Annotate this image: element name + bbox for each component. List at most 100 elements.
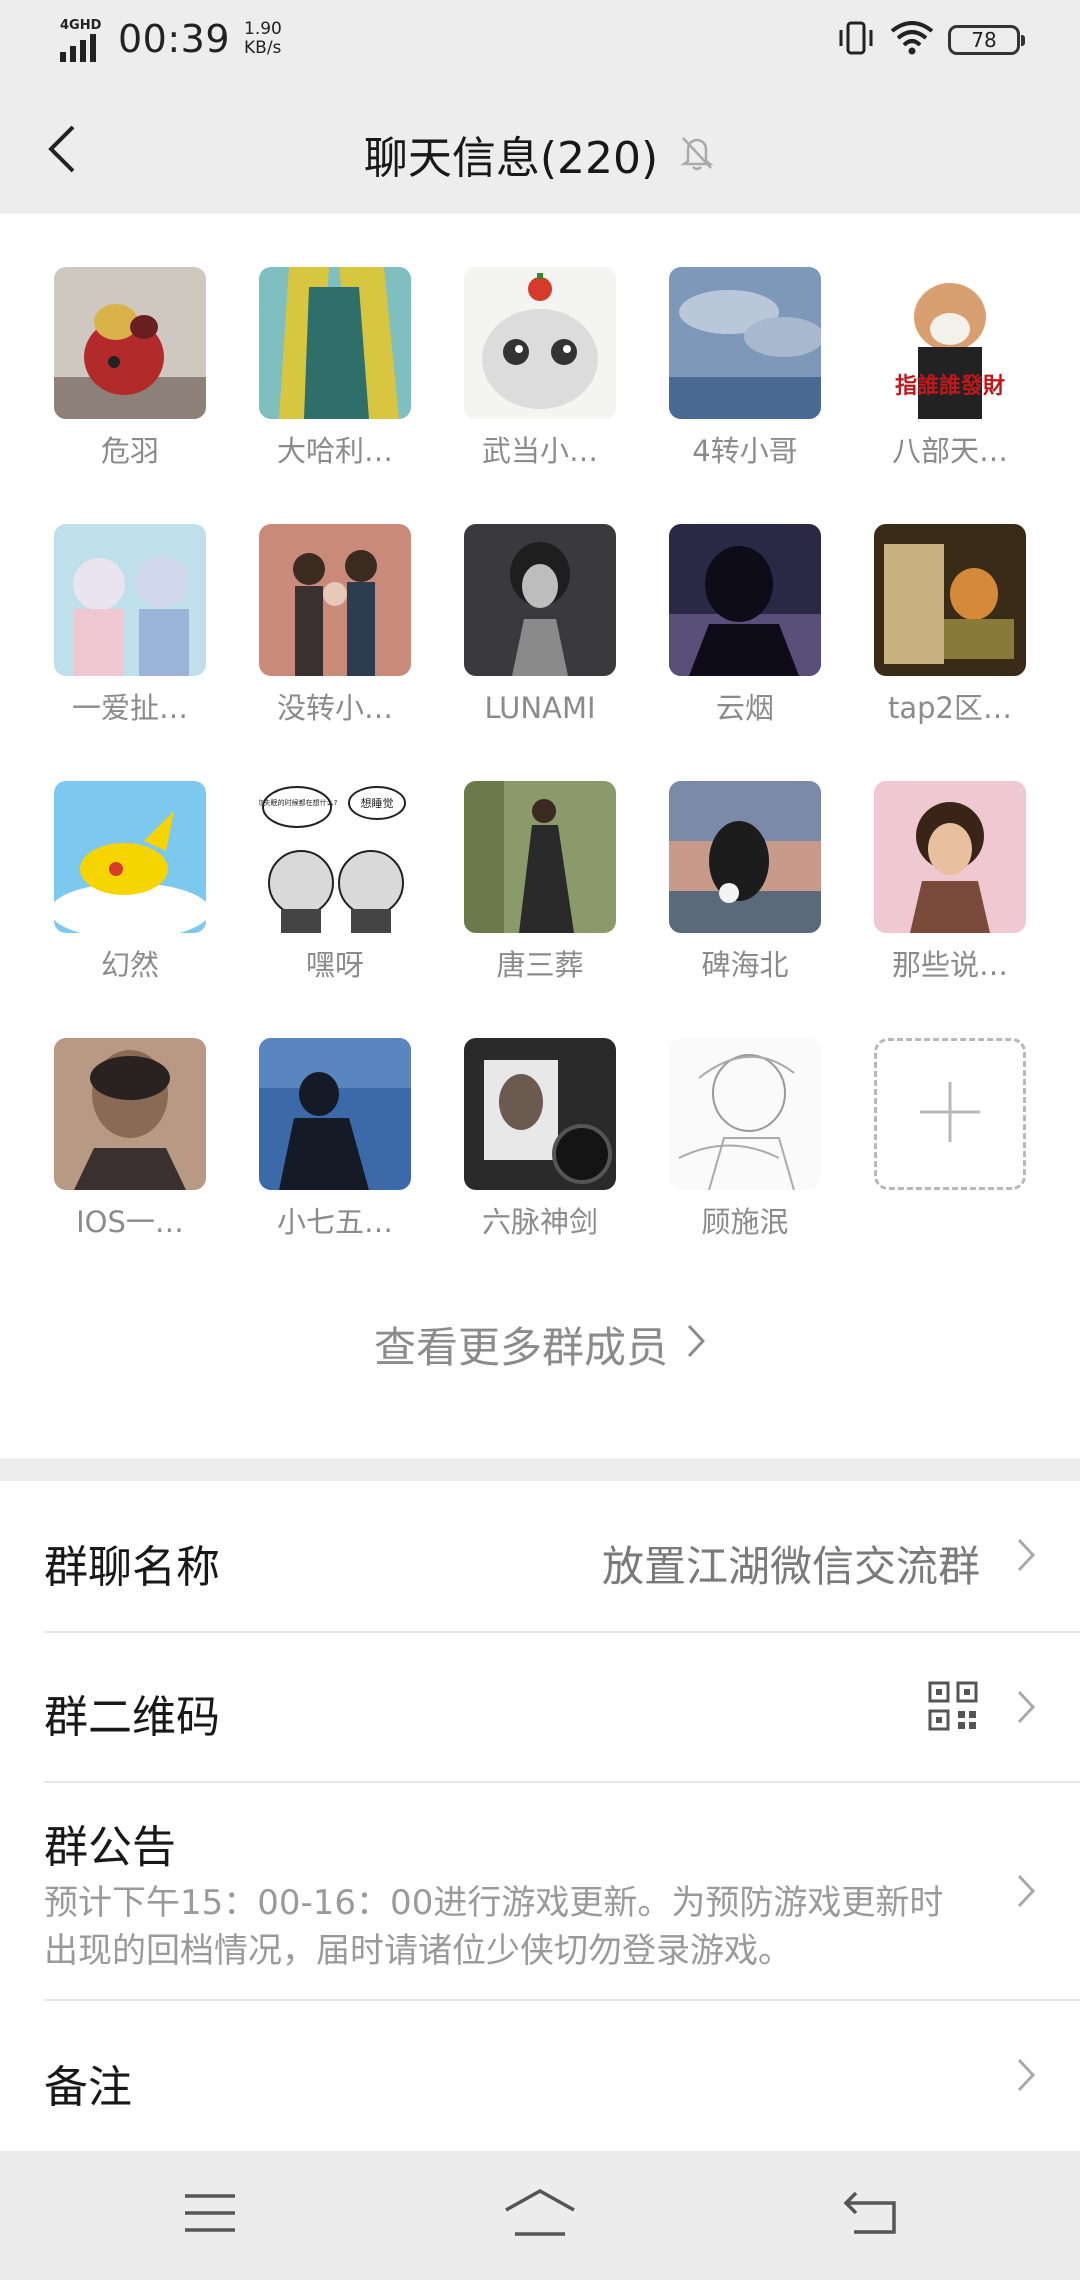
member-name: tap2区… [887,691,1012,725]
avatar [54,1038,206,1190]
avatar [259,267,411,419]
remark-label: 备注 [44,2062,132,2113]
page-title: 聊天信息(220) [363,133,659,184]
avatar [464,1038,616,1190]
member-name: 没转小… [276,691,393,725]
member-name: 碑海北 [701,948,789,982]
member-item[interactable]: 大哈利… [259,267,411,471]
member-name: 顾施泯 [701,1205,789,1239]
members-panel: 危羽 大哈利… 武当小… 4转小哥 指誰誰發財 八部天… 一爱扯… 没转小… L… [0,214,1080,1458]
member-item[interactable]: 小七五… [259,1038,411,1242]
network-type: 4GHD [60,18,102,33]
signal-icon: 4GHD [58,16,108,62]
avatar [669,524,821,676]
member-name: 六脉神剑 [481,1205,598,1239]
group-notice-row[interactable]: 群公告 预计下午15：00-16：00进行游戏更新。为预防游戏更新时出现的回档情… [0,1783,1080,1999]
member-item[interactable]: tap2区… [874,524,1026,728]
avatar [669,267,821,419]
cat-banner-text: 指誰誰發財 [895,373,1005,399]
avatar: 指誰誰發財 [874,267,1026,419]
return-icon [842,2190,898,2240]
wifi-icon [890,21,934,59]
navigation-bar [0,2151,1080,2280]
member-item[interactable]: 六脉神剑 [464,1038,616,1242]
member-name: 八部天… [891,434,1008,468]
member-item[interactable]: IOS一… [54,1038,206,1242]
member-item[interactable]: 没转小… [259,524,411,728]
plus-icon [918,1080,982,1148]
title-bar: 聊天信息(220) [0,86,1080,214]
member-item[interactable]: 云烟 [669,524,821,728]
member-item[interactable]: 指誰誰發財 八部天… [874,267,1026,471]
battery-icon: 78 [948,25,1025,55]
member-name: 幻然 [100,948,159,982]
qr-code-icon [928,1681,978,1735]
avatar [259,524,411,676]
member-name: 唐三葬 [496,948,584,982]
member-item[interactable]: 危羽 [54,267,206,471]
add-member-button[interactable] [874,1038,1026,1190]
member-name: 嘿呀 [305,948,364,982]
member-name: 小七五… [276,1205,393,1239]
avatar [669,1038,821,1190]
bell-off-icon [678,133,716,175]
meme-left-text: 你失眠的时候都在想什么? [259,798,338,807]
avatar [874,781,1026,933]
group-name-label: 群聊名称 [44,1542,220,1593]
avatar [874,524,1026,676]
member-item[interactable]: 幻然 [54,781,206,985]
member-name: IOS一… [76,1205,184,1239]
member-item[interactable]: 顾施泯 [669,1038,821,1242]
avatar [464,267,616,419]
avatar: 你失眠的时候都在想什么? 想睡觉 [259,781,411,933]
home-button[interactable] [500,2179,580,2251]
member-item[interactable]: 碑海北 [669,781,821,985]
status-right: 78 [836,20,1025,60]
member-item[interactable]: 唐三葬 [464,781,616,985]
member-item[interactable]: 那些说… [874,781,1026,985]
member-name: 4转小哥 [692,434,798,468]
member-item[interactable]: 一爱扯… [54,524,206,728]
avatar [54,524,206,676]
remark-row[interactable]: 备注 [0,2001,1080,2151]
member-name: 那些说… [891,948,1008,982]
group-notice-label: 群公告 [44,1822,176,1873]
member-name: LUNAMI [484,691,596,725]
avatar [464,781,616,933]
member-name: 危羽 [100,434,159,468]
qr-code-row[interactable]: 群二维码 [0,1633,1080,1781]
avatar [54,267,206,419]
avatar [669,781,821,933]
avatar [464,524,616,676]
network-speed-unit: KB/s [244,38,282,58]
chevron-right-icon [1016,1689,1036,1729]
view-more-members-button[interactable]: 查看更多群成员 [0,1314,1080,1375]
avatar [54,781,206,933]
menu-icon [183,2192,237,2238]
view-more-members-label: 查看更多群成员 [373,1323,668,1372]
settings-list: 群聊名称 放置江湖微信交流群 群二维码 群公告 预计下午15：00-16：00进… [0,1481,1080,2151]
vibrate-icon [836,20,876,60]
member-item[interactable]: 4转小哥 [669,267,821,471]
status-time: 00:39 [118,17,231,61]
home-icon [503,2188,577,2242]
meme-right-text: 想睡觉 [361,796,394,810]
menu-button[interactable] [170,2179,250,2251]
network-speed: 1.90 KB/s [244,20,282,58]
member-name: 武当小… [481,434,598,468]
member-item[interactable]: 你失眠的时候都在想什么? 想睡觉 嘿呀 [259,781,411,985]
back-nav-button[interactable] [830,2179,910,2251]
network-speed-value: 1.90 [244,19,282,39]
chevron-right-icon [1016,1537,1036,1577]
group-name-row[interactable]: 群聊名称 放置江湖微信交流群 [0,1481,1080,1631]
member-name: 大哈利… [276,434,393,468]
member-name: 一爱扯… [71,691,188,725]
group-notice-text: 预计下午15：00-16：00进行游戏更新。为预防游戏更新时出现的回档情况，届时… [44,1883,944,1971]
avatar [259,1038,411,1190]
member-item[interactable]: LUNAMI [464,524,616,728]
member-item[interactable]: 武当小… [464,267,616,471]
qr-code-label: 群二维码 [44,1692,220,1743]
member-name: 云烟 [715,691,774,725]
chevron-right-icon [686,1320,706,1369]
status-left: 4GHD 00:39 1.90 KB/s [58,16,282,62]
